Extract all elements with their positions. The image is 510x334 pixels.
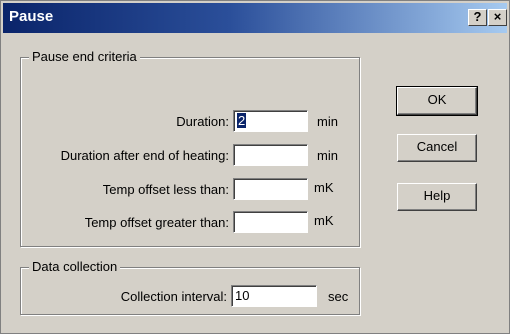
- help-button[interactable]: Help: [397, 183, 477, 211]
- close-button[interactable]: ×: [488, 9, 507, 26]
- collection-interval-input[interactable]: 10: [231, 285, 317, 307]
- data-collection-label: Data collection: [29, 259, 121, 275]
- pause-end-criteria-label: Pause end criteria: [29, 49, 140, 65]
- temp-offset-less-label: Temp offset less than:: [102, 182, 229, 197]
- ok-button[interactable]: OK: [396, 86, 478, 116]
- duration-label: Duration:: [176, 114, 229, 129]
- duration-after-heating-label: Duration after end of heating:: [60, 148, 229, 163]
- collection-interval-label: Collection interval:: [120, 289, 227, 304]
- duration-after-heating-unit: min: [317, 148, 338, 163]
- duration-value: 2: [237, 113, 247, 128]
- duration-input[interactable]: 2: [233, 110, 308, 132]
- title-help-button[interactable]: ?: [468, 9, 487, 26]
- collection-interval-unit: sec: [328, 289, 349, 304]
- window-title: Pause: [9, 8, 54, 25]
- title-bar[interactable]: Pause ? ×: [3, 3, 507, 33]
- temp-offset-greater-label: Temp offset greater than:: [84, 215, 229, 230]
- temp-offset-less-input[interactable]: [233, 178, 308, 200]
- temp-offset-less-unit: mK: [314, 180, 334, 195]
- temp-offset-greater-input[interactable]: [233, 211, 308, 233]
- cancel-button[interactable]: Cancel: [397, 134, 477, 162]
- pause-dialog: Pause ? × Pause end criteria Duration: 2…: [0, 0, 510, 334]
- temp-offset-greater-unit: mK: [314, 213, 334, 228]
- duration-after-heating-input[interactable]: [233, 144, 308, 166]
- duration-unit: min: [317, 114, 338, 129]
